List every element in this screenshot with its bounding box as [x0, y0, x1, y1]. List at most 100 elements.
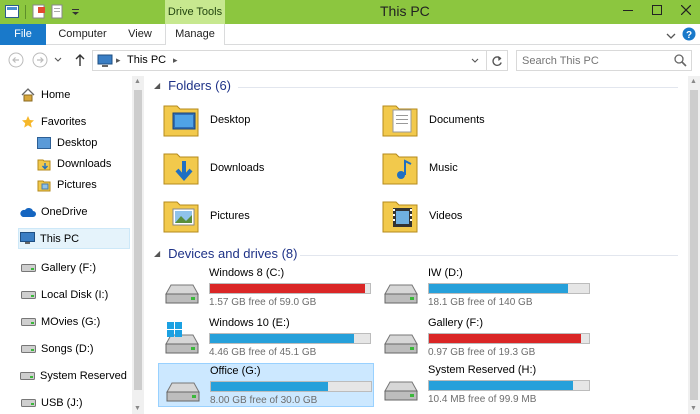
drive-usage-bar — [428, 283, 590, 294]
hard-drive-icon — [381, 270, 421, 310]
recent-locations-chevron-icon[interactable] — [53, 52, 63, 68]
drive-gallery-f[interactable]: Gallery (F:) 0.97 GB free of 19.3 GB — [377, 316, 593, 360]
collapse-caret-icon[interactable]: ◢ — [154, 249, 160, 258]
group-divider — [300, 255, 678, 256]
breadcrumb-this-pc[interactable]: This PC — [127, 54, 166, 66]
customize-toolbar-chevron-icon[interactable] — [67, 3, 83, 20]
breadcrumb-separator-icon: ▸ — [116, 55, 121, 65]
drive-iw-d[interactable]: IW (D:) 18.1 GB free of 140 GB — [377, 266, 593, 310]
drive-windows-10-e[interactable]: Windows 10 (E:) 4.46 GB free of 45.1 GB — [158, 316, 374, 360]
drive-system-reserved-h[interactable]: System Reserved (H:) 10.4 MB free of 99.… — [377, 363, 593, 407]
folder-downloads[interactable]: Downloads — [162, 146, 362, 190]
quick-access-toolbar — [4, 3, 83, 21]
folder-music[interactable]: Music — [381, 146, 581, 190]
nav-item-label: Downloads — [57, 157, 112, 170]
window-controls — [613, 0, 700, 20]
group-divider — [238, 87, 678, 88]
tab-manage[interactable]: Manage — [165, 24, 225, 45]
nav-item-label: MOvies (G:) — [41, 315, 101, 328]
new-folder-icon[interactable] — [49, 3, 65, 20]
expand-ribbon-chevron-icon[interactable] — [666, 29, 676, 43]
ribbon-right-controls: ? — [666, 27, 696, 44]
usb-drive-icon — [20, 395, 36, 411]
address-row: ▸ This PC ▸ — [0, 46, 700, 74]
nav-item-label: Home — [41, 88, 71, 101]
properties-icon[interactable] — [31, 3, 47, 20]
scroll-up-arrow-icon[interactable]: ▲ — [690, 78, 697, 85]
nav-item-gallery-f[interactable]: Gallery (F:) — [20, 257, 130, 278]
collapse-caret-icon[interactable]: ◢ — [154, 81, 160, 90]
folder-desktop[interactable]: Desktop — [162, 98, 362, 142]
drive-usage-fill — [429, 334, 581, 343]
nav-item-label: System Reserved (H — [40, 369, 130, 382]
drive-usage-bar — [209, 333, 371, 344]
nav-item-downloads[interactable]: Downloads — [36, 153, 130, 174]
home-icon — [20, 87, 36, 103]
folder-label: Videos — [429, 210, 463, 222]
desktop-folder-icon — [162, 100, 202, 140]
devices-group-title: Devices and drives (8) — [168, 246, 298, 261]
scroll-down-arrow-icon[interactable]: ▼ — [690, 405, 697, 412]
maximize-button[interactable] — [642, 0, 671, 20]
window-title: This PC — [380, 3, 430, 19]
drive-label: IW (D:) — [428, 267, 463, 279]
close-button[interactable] — [671, 0, 700, 20]
refresh-button[interactable] — [486, 51, 507, 70]
minimize-button[interactable] — [613, 0, 642, 20]
nav-item-songs-d[interactable]: Songs (D:) — [20, 338, 130, 359]
search-icon[interactable] — [674, 54, 687, 70]
explorer-window-icon[interactable] — [4, 3, 20, 20]
nav-pane-scrollbar[interactable]: ▲ ▼ — [132, 76, 144, 414]
address-history-chevron-icon[interactable] — [471, 54, 479, 69]
scroll-down-arrow-icon[interactable]: ▼ — [134, 405, 141, 412]
music-folder-icon — [381, 148, 421, 188]
help-icon[interactable]: ? — [682, 27, 696, 44]
search-input[interactable] — [522, 53, 672, 68]
up-button[interactable] — [72, 52, 88, 68]
drive-icon — [20, 314, 36, 330]
drive-icon — [20, 341, 36, 357]
nav-item-pictures[interactable]: Pictures — [36, 174, 130, 195]
drive-label: Gallery (F:) — [428, 317, 483, 329]
hard-drive-icon — [381, 367, 421, 407]
drive-tools-context-tab[interactable]: Drive Tools — [165, 0, 225, 24]
nav-pane-scroll-thumb[interactable] — [134, 90, 142, 390]
folder-pictures[interactable]: Pictures — [162, 194, 362, 238]
star-icon — [20, 114, 36, 130]
drive-usage-fill — [429, 381, 573, 390]
hard-drive-icon — [381, 320, 421, 360]
folder-label: Pictures — [210, 210, 250, 222]
search-box[interactable] — [516, 50, 692, 71]
nav-item-this-pc[interactable]: This PC — [18, 228, 130, 249]
svg-text:?: ? — [686, 30, 692, 41]
drive-windows-8-c[interactable]: Windows 8 (C:) 1.57 GB free of 59.0 GB — [158, 266, 374, 310]
devices-group-header[interactable]: ◢ Devices and drives (8) — [154, 246, 297, 261]
nav-item-label: Desktop — [57, 136, 98, 149]
drive-label: Windows 8 (C:) — [209, 267, 285, 279]
nav-item-home[interactable]: Home — [20, 84, 130, 105]
tab-view[interactable]: View — [122, 24, 158, 45]
nav-item-label: USB (J:) — [41, 396, 83, 409]
content-scrollbar[interactable]: ▲ ▼ — [688, 76, 700, 414]
scroll-up-arrow-icon[interactable]: ▲ — [134, 78, 141, 85]
nav-item-movies-g[interactable]: MOvies (G:) — [20, 311, 130, 332]
folder-documents[interactable]: Documents — [381, 98, 581, 142]
nav-item-system-reserved-h[interactable]: System Reserved (H — [20, 365, 130, 386]
content-scroll-thumb[interactable] — [690, 90, 698, 400]
drive-free-space: 4.46 GB free of 45.1 GB — [209, 347, 317, 358]
address-bar[interactable]: ▸ This PC ▸ — [92, 50, 508, 71]
nav-item-onedrive[interactable]: OneDrive — [20, 201, 130, 222]
drive-office-g[interactable]: Office (G:) 8.00 GB free of 30.0 GB — [158, 363, 374, 407]
back-button[interactable] — [8, 52, 24, 68]
folder-videos[interactable]: Videos — [381, 194, 581, 238]
folders-group-header[interactable]: ◢ Folders (6) — [154, 78, 231, 93]
nav-item-usb-j[interactable]: USB (J:) — [20, 392, 130, 413]
breadcrumb-separator-icon[interactable]: ▸ — [173, 55, 178, 66]
nav-item-local-disk-i[interactable]: Local Disk (I:) — [20, 284, 130, 305]
nav-item-desktop[interactable]: Desktop — [36, 132, 130, 153]
drive-usage-fill — [211, 382, 328, 391]
nav-item-favorites[interactable]: Favorites — [20, 111, 130, 132]
tab-file[interactable]: File — [0, 24, 46, 45]
tab-computer[interactable]: Computer — [55, 24, 110, 45]
forward-button[interactable] — [32, 52, 48, 68]
